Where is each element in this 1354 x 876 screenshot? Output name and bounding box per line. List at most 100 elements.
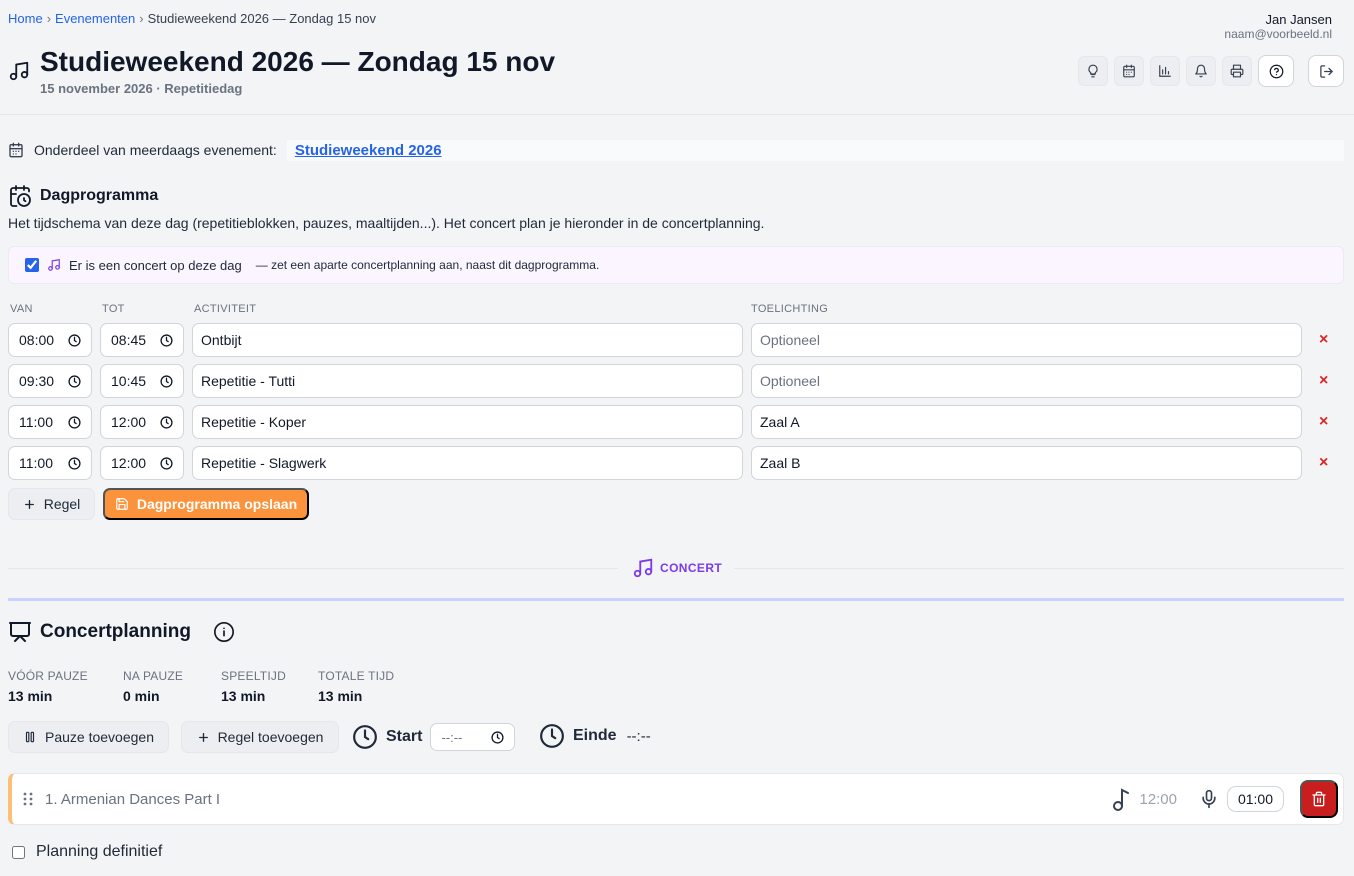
planning-final-label: Planning definitief — [36, 843, 163, 860]
help-icon — [1269, 64, 1284, 79]
note-input[interactable]: Optioneel — [751, 364, 1302, 398]
concert-divider: CONCERT — [632, 557, 722, 579]
parent-event-link[interactable]: Studieweekend 2026 — [286, 139, 1344, 161]
header-divider — [0, 114, 1354, 115]
concert-toggle[interactable]: Er is een concert op deze dag — zet een … — [8, 246, 1344, 284]
start-time-input[interactable]: --:-- — [430, 723, 516, 751]
note-input[interactable]: Zaal A — [751, 405, 1302, 439]
add-pause-button[interactable]: Pauze toevoegen — [8, 721, 169, 753]
end-label: Einde — [573, 727, 617, 744]
piece-number: 1. — [45, 790, 58, 808]
concert-planning-heading: Concertplanning — [8, 620, 235, 644]
from-time-input[interactable]: 09:30 — [8, 364, 92, 398]
note-input[interactable]: Optioneel — [751, 323, 1302, 357]
concert-divider-label: CONCERT — [660, 561, 723, 575]
concert-stat-label: NA PAUZE — [123, 669, 184, 683]
concert-stat: TOTALE TIJD 13 min — [318, 669, 394, 704]
to-time-input[interactable]: 08:45 — [100, 323, 184, 357]
breadcrumb-current: Studieweekend 2026 — Zondag 15 nov — [147, 11, 376, 26]
activity-input[interactable]: Repetitie - Slagwerk — [192, 446, 743, 480]
from-time-input[interactable]: 08:00 — [8, 323, 92, 357]
music-note-icon — [632, 557, 654, 579]
to-time-input[interactable]: 12:00 — [100, 405, 184, 439]
delete-piece-button[interactable] — [1300, 780, 1338, 818]
page-subtitle: 15 november 2026 · Repetitiedag — [40, 81, 243, 96]
statistics-button[interactable] — [1150, 56, 1180, 86]
start-time-value: --:-- — [441, 729, 463, 745]
activity-input[interactable]: Repetitie - Koper — [192, 405, 743, 439]
schedule-row: 09:30 10:45 Repetitie - Tutti Optioneel × — [8, 364, 1344, 398]
breadcrumb-separator: › — [46, 11, 52, 26]
user-name: Jan Jansen — [1265, 12, 1333, 27]
user-info: Jan Jansen naam@voorbeeld.nl — [1224, 12, 1333, 42]
note-input[interactable]: Zaal B — [751, 446, 1302, 480]
tips-button[interactable] — [1078, 56, 1108, 86]
breadcrumb-home-link[interactable]: Home — [8, 11, 43, 26]
clock-icon — [352, 724, 378, 750]
concert-checkbox[interactable] — [25, 258, 39, 272]
column-header-to: TOT — [102, 303, 125, 315]
speech-time-input[interactable]: 01:00 — [1226, 786, 1284, 812]
header-toolbar — [1078, 55, 1344, 87]
schedule-row: 11:00 12:00 Repetitie - Slagwerk Zaal B × — [8, 446, 1344, 480]
activity-input[interactable]: Ontbijt — [192, 323, 743, 357]
calendar-button[interactable] — [1114, 56, 1144, 86]
end-time-value: --:-- — [626, 727, 651, 745]
page-title: Studieweekend 2026 — Zondag 15 nov — [40, 46, 556, 77]
logout-icon — [1319, 64, 1334, 79]
delete-row-button[interactable]: × — [1319, 372, 1328, 390]
from-time-value: 11:00 — [19, 455, 53, 471]
delete-row-button[interactable]: × — [1319, 454, 1328, 472]
to-time-value: 12:00 — [111, 455, 147, 471]
to-time-value: 12:00 — [111, 414, 147, 430]
add-concert-row-button[interactable]: Regel toevoegen — [181, 721, 339, 753]
to-time-value: 08:45 — [111, 332, 147, 348]
clock-icon — [539, 723, 565, 749]
from-time-value: 08:00 — [19, 332, 55, 348]
music-note-icon — [8, 60, 30, 82]
clock-icon — [160, 456, 173, 470]
to-time-input[interactable]: 10:45 — [100, 364, 184, 398]
parent-event-bar: Onderdeel van meerdaags evenement: Studi… — [8, 139, 1344, 161]
clock-icon — [68, 374, 81, 388]
concert-stat-value: 13 min — [8, 688, 53, 704]
notifications-button[interactable] — [1186, 56, 1216, 86]
clock-icon — [160, 374, 173, 388]
clock-icon — [160, 333, 173, 347]
to-time-input[interactable]: 12:00 — [100, 446, 184, 480]
breadcrumb-events-link[interactable]: Evenementen — [55, 11, 135, 26]
from-time-input[interactable]: 11:00 — [8, 405, 92, 439]
parent-event-label: Onderdeel van meerdaags evenement: — [34, 142, 277, 158]
piece-meta: 12:00 01:00 — [1111, 780, 1343, 818]
from-time-value: 09:30 — [19, 373, 55, 389]
print-button[interactable] — [1222, 56, 1252, 86]
planning-final-checkbox[interactable] — [12, 845, 25, 859]
day-program-description: Het tijdschema van deze dag (repetitiebl… — [8, 215, 765, 231]
logout-button[interactable] — [1308, 55, 1344, 87]
day-program-heading: Dagprogramma — [8, 184, 158, 208]
info-icon[interactable] — [213, 621, 235, 643]
calendar-clock-icon — [8, 184, 32, 208]
planning-final-toggle[interactable]: Planning definitief — [12, 843, 162, 861]
pause-icon — [23, 730, 37, 744]
delete-row-button[interactable]: × — [1319, 413, 1328, 431]
drag-handle-icon[interactable] — [23, 792, 33, 806]
concert-stat-label: SPEELTIJD — [221, 669, 286, 683]
concert-toggle-hint: — zet een aparte concertplanning aan, na… — [255, 258, 600, 272]
music-note-icon — [1111, 787, 1131, 811]
activity-input[interactable]: Repetitie - Tutti — [192, 364, 743, 398]
piece-name: Armenian Dances Part I — [60, 790, 221, 808]
concert-stat-value: 13 min — [221, 688, 266, 704]
save-day-program-button[interactable]: Dagprogramma opslaan — [103, 488, 309, 520]
from-time-input[interactable]: 11:00 — [8, 446, 92, 480]
breadcrumb-separator: › — [139, 11, 144, 26]
delete-row-button[interactable]: × — [1319, 331, 1328, 349]
clock-icon — [68, 415, 81, 429]
printer-icon — [1230, 64, 1244, 78]
bell-icon — [1194, 64, 1208, 78]
calendar-icon — [1122, 64, 1136, 78]
concert-divider-line-left — [8, 568, 618, 569]
help-button[interactable] — [1258, 55, 1294, 87]
concert-piece-row[interactable]: 1. Armenian Dances Part I 12:00 01:00 — [8, 773, 1344, 825]
add-row-button[interactable]: Regel — [8, 488, 95, 520]
